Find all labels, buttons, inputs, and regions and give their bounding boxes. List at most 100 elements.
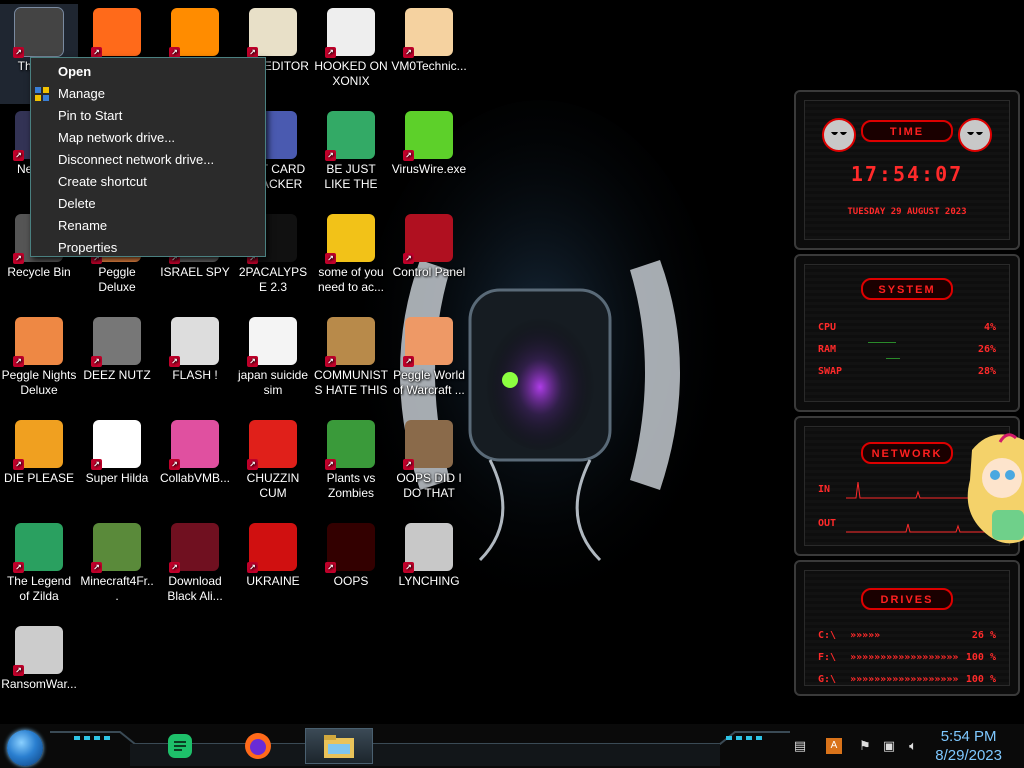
desktop-icon-be-just-like-the-dude[interactable]: ↗BE JUST LIKE THE DUDE! bbox=[312, 107, 390, 207]
drive-row-f: F:\»»»»»»»»»»»»»»»»»» 100 % bbox=[818, 652, 996, 663]
desktop-icon-label: OOPS bbox=[333, 574, 369, 588]
desktop-icon-vm0technic[interactable]: ↗ VM0Technic... bbox=[390, 4, 468, 104]
monitor-pink-icon: ↗ bbox=[169, 420, 219, 470]
menu-item-properties[interactable]: Properties bbox=[31, 237, 265, 259]
desktop-icon-label: Control Panel bbox=[392, 265, 466, 279]
desktop-icon-die-please[interactable]: ↗ DIE PLEASE bbox=[0, 416, 78, 516]
shortcut-arrow-icon: ↗ bbox=[13, 356, 24, 367]
menu-item-pin-to-start[interactable]: Pin to Start bbox=[31, 105, 265, 127]
pixel-dog-icon: ↗ bbox=[91, 420, 141, 470]
desktop-icon-label: LYNCHING bbox=[398, 574, 460, 588]
desktop-icon-peggle-world-of-warcraft[interactable]: ↗ Peggle World of Warcraft ... bbox=[390, 313, 468, 413]
desktop-icon-label: Minecraft4Fr... bbox=[80, 574, 154, 603]
taskbar-app-file-explorer[interactable] bbox=[305, 728, 373, 764]
menu-item-rename[interactable]: Rename bbox=[31, 215, 265, 237]
desktop-icon-download-black-ali[interactable]: ↗ Download Black Ali... bbox=[156, 519, 234, 619]
radiation-icon: ↗ bbox=[247, 523, 297, 573]
skull-icon: ↗ bbox=[13, 626, 63, 676]
shortcut-arrow-icon: ↗ bbox=[325, 459, 336, 470]
system-row-cpu: CPU 4% bbox=[818, 322, 996, 333]
flash-icon: ↗ bbox=[169, 317, 219, 367]
desktop-icon-label: FLASH ! bbox=[172, 368, 218, 382]
start-button[interactable] bbox=[7, 730, 43, 766]
clock-date: 8/29/2023 bbox=[935, 747, 1002, 764]
desktop-icon-label: japan suicide sim bbox=[237, 368, 309, 397]
desktop-icon-some-of-you-need-to-ac[interactable]: ↗ some of you need to ac... bbox=[312, 210, 390, 310]
desktop-icon-label: OOPS DID I DO THAT bbox=[396, 471, 462, 500]
network-tray-icon[interactable]: ▣ bbox=[881, 738, 897, 754]
desktop-icon-label: Peggle Nights Deluxe bbox=[1, 368, 77, 397]
menu-item-delete[interactable]: Delete bbox=[31, 193, 265, 215]
zelda-icon: ↗ bbox=[13, 523, 63, 573]
lynching-icon: ↗ bbox=[403, 523, 453, 573]
desktop-icon-label: CollabVMB... bbox=[159, 471, 231, 485]
menu-item-manage[interactable]: Manage bbox=[31, 83, 265, 105]
shortcut-arrow-icon: ↗ bbox=[403, 459, 414, 470]
volume-icon[interactable]: 🔈︎ bbox=[905, 738, 921, 754]
shortcut-arrow-icon: ↗ bbox=[13, 47, 24, 58]
shortcut-arrow-icon: ↗ bbox=[403, 562, 414, 573]
chuzzle-icon: ↗ bbox=[247, 420, 297, 470]
portrait-icon: ↗ bbox=[403, 420, 453, 470]
desktop-icon-minecraft4fr[interactable]: ↗ Minecraft4Fr... bbox=[78, 519, 156, 619]
menu-item-create-shortcut[interactable]: Create shortcut bbox=[31, 171, 265, 193]
shortcut-arrow-icon: ↗ bbox=[403, 356, 414, 367]
desktop-icon-flash[interactable]: ↗ FLASH ! bbox=[156, 313, 234, 413]
desktop-icon-oops-did-i-do-that[interactable]: ↗ OOPS DID I DO THAT bbox=[390, 416, 468, 516]
drives-widget: DRIVES C:\»»»»» 26 % F:\»»»»»»»»»»»»»»»»»… bbox=[794, 560, 1020, 696]
desktop-icon-oops[interactable]: ↗ OOPS bbox=[312, 519, 390, 619]
ime-icon[interactable]: A bbox=[826, 738, 842, 754]
taskbar-app-firefox[interactable] bbox=[233, 728, 283, 764]
money-bag-icon: ↗ bbox=[325, 317, 375, 367]
shortcut-arrow-icon: ↗ bbox=[247, 562, 258, 573]
desktop-icon-lynching[interactable]: ↗ LYNCHING bbox=[390, 519, 468, 619]
drives-widget-title: DRIVES bbox=[861, 588, 953, 610]
desktop-icon-hooked-on-xonix[interactable]: ↗ HOOKED ON XONIX bbox=[312, 4, 390, 104]
desktop-icon-peggle-nights-deluxe[interactable]: ↗ Peggle Nights Deluxe bbox=[0, 313, 78, 413]
firefox-icon: ↗ bbox=[91, 8, 141, 58]
shortcut-arrow-icon: ↗ bbox=[403, 47, 414, 58]
desktop-icon-super-hilda[interactable]: ↗ Super Hilda bbox=[78, 416, 156, 516]
alien-head-icon bbox=[822, 118, 856, 152]
menu-item-map-network-drive[interactable]: Map network drive... bbox=[31, 127, 265, 149]
shortcut-arrow-icon: ↗ bbox=[91, 356, 102, 367]
flag-icon[interactable]: ⚑ bbox=[857, 738, 873, 754]
taskbar-clock[interactable]: 5:54 PM 8/29/2023 bbox=[935, 727, 1002, 765]
desktop-icon-label: Plants vs Zombies bbox=[326, 471, 376, 500]
desktop-icon-plants-vs-zombies[interactable]: ↗ Plants vs Zombies bbox=[312, 416, 390, 516]
desktop-icon-communists-hate-this-g[interactable]: ↗COMMUNISTS HATE THIS G... bbox=[312, 313, 390, 413]
desktop-icon-control-panel[interactable]: ↗ Control Panel bbox=[390, 210, 468, 310]
shortcut-arrow-icon: ↗ bbox=[91, 459, 102, 470]
menu-item-disconnect-network-drive[interactable]: Disconnect network drive... bbox=[31, 149, 265, 171]
desktop-icon-ransomwar[interactable]: ↗ RansomWar... bbox=[0, 622, 78, 722]
desktop-icon-deez-nutz[interactable]: ↗ DEEZ NUTZ bbox=[78, 313, 156, 413]
shortcut-arrow-icon: ↗ bbox=[169, 562, 180, 573]
menu-item-open[interactable]: Open bbox=[31, 61, 265, 83]
desktop-icon-viruswire-exe[interactable]: ↗ VirusWire.exe bbox=[390, 107, 468, 207]
desktop-icon-label: Recycle Bin bbox=[7, 265, 71, 279]
xonix-icon: ↗ bbox=[325, 8, 375, 58]
widget-date: TUESDAY 29 AUGUST 2023 bbox=[847, 207, 967, 217]
desktop-icon-label: Super Hilda bbox=[85, 471, 149, 485]
desktop-icon-japan-suicide-sim[interactable]: ↗ japan suicide sim bbox=[234, 313, 312, 413]
keyboard-icon[interactable]: ▤ bbox=[792, 738, 808, 754]
alienware-icon: ↗ bbox=[325, 523, 375, 573]
taskbar-app-notes[interactable] bbox=[155, 728, 205, 764]
rainmeter-widgets: TIME 17:54:07 TUESDAY 29 AUGUST 2023 SYS… bbox=[794, 90, 1024, 730]
shortcut-arrow-icon: ↗ bbox=[325, 150, 336, 161]
shortcut-arrow-icon: ↗ bbox=[13, 562, 24, 573]
desktop-icon-ukraine[interactable]: ↗ UKRAINE bbox=[234, 519, 312, 619]
desktop-icon-collabvmb[interactable]: ↗ CollabVMB... bbox=[156, 416, 234, 516]
desktop-icon-label: Download Black Ali... bbox=[167, 574, 223, 603]
desktop-icon-the-legend-of-zilda[interactable]: ↗ The Legend of Zilda bbox=[0, 519, 78, 619]
document-icon: ↗ bbox=[247, 317, 297, 367]
drive-row-g: G:\»»»»»»»»»»»»»»»»»» 100 % bbox=[818, 674, 996, 685]
plant-icon: ↗ bbox=[325, 420, 375, 470]
system-widget: SYSTEM CPU 4% RAM 26% SWAP 28% bbox=[794, 254, 1020, 412]
shortcut-arrow-icon: ↗ bbox=[169, 459, 180, 470]
dog-icon: ↗ bbox=[325, 214, 375, 264]
desktop-icon-chuzzin-cum[interactable]: ↗ CHUZZIN CUM bbox=[234, 416, 312, 516]
lime-icon: ↗ bbox=[403, 111, 453, 161]
widget-clock: 17:54:07 bbox=[850, 162, 964, 186]
shortcut-arrow-icon: ↗ bbox=[91, 562, 102, 573]
